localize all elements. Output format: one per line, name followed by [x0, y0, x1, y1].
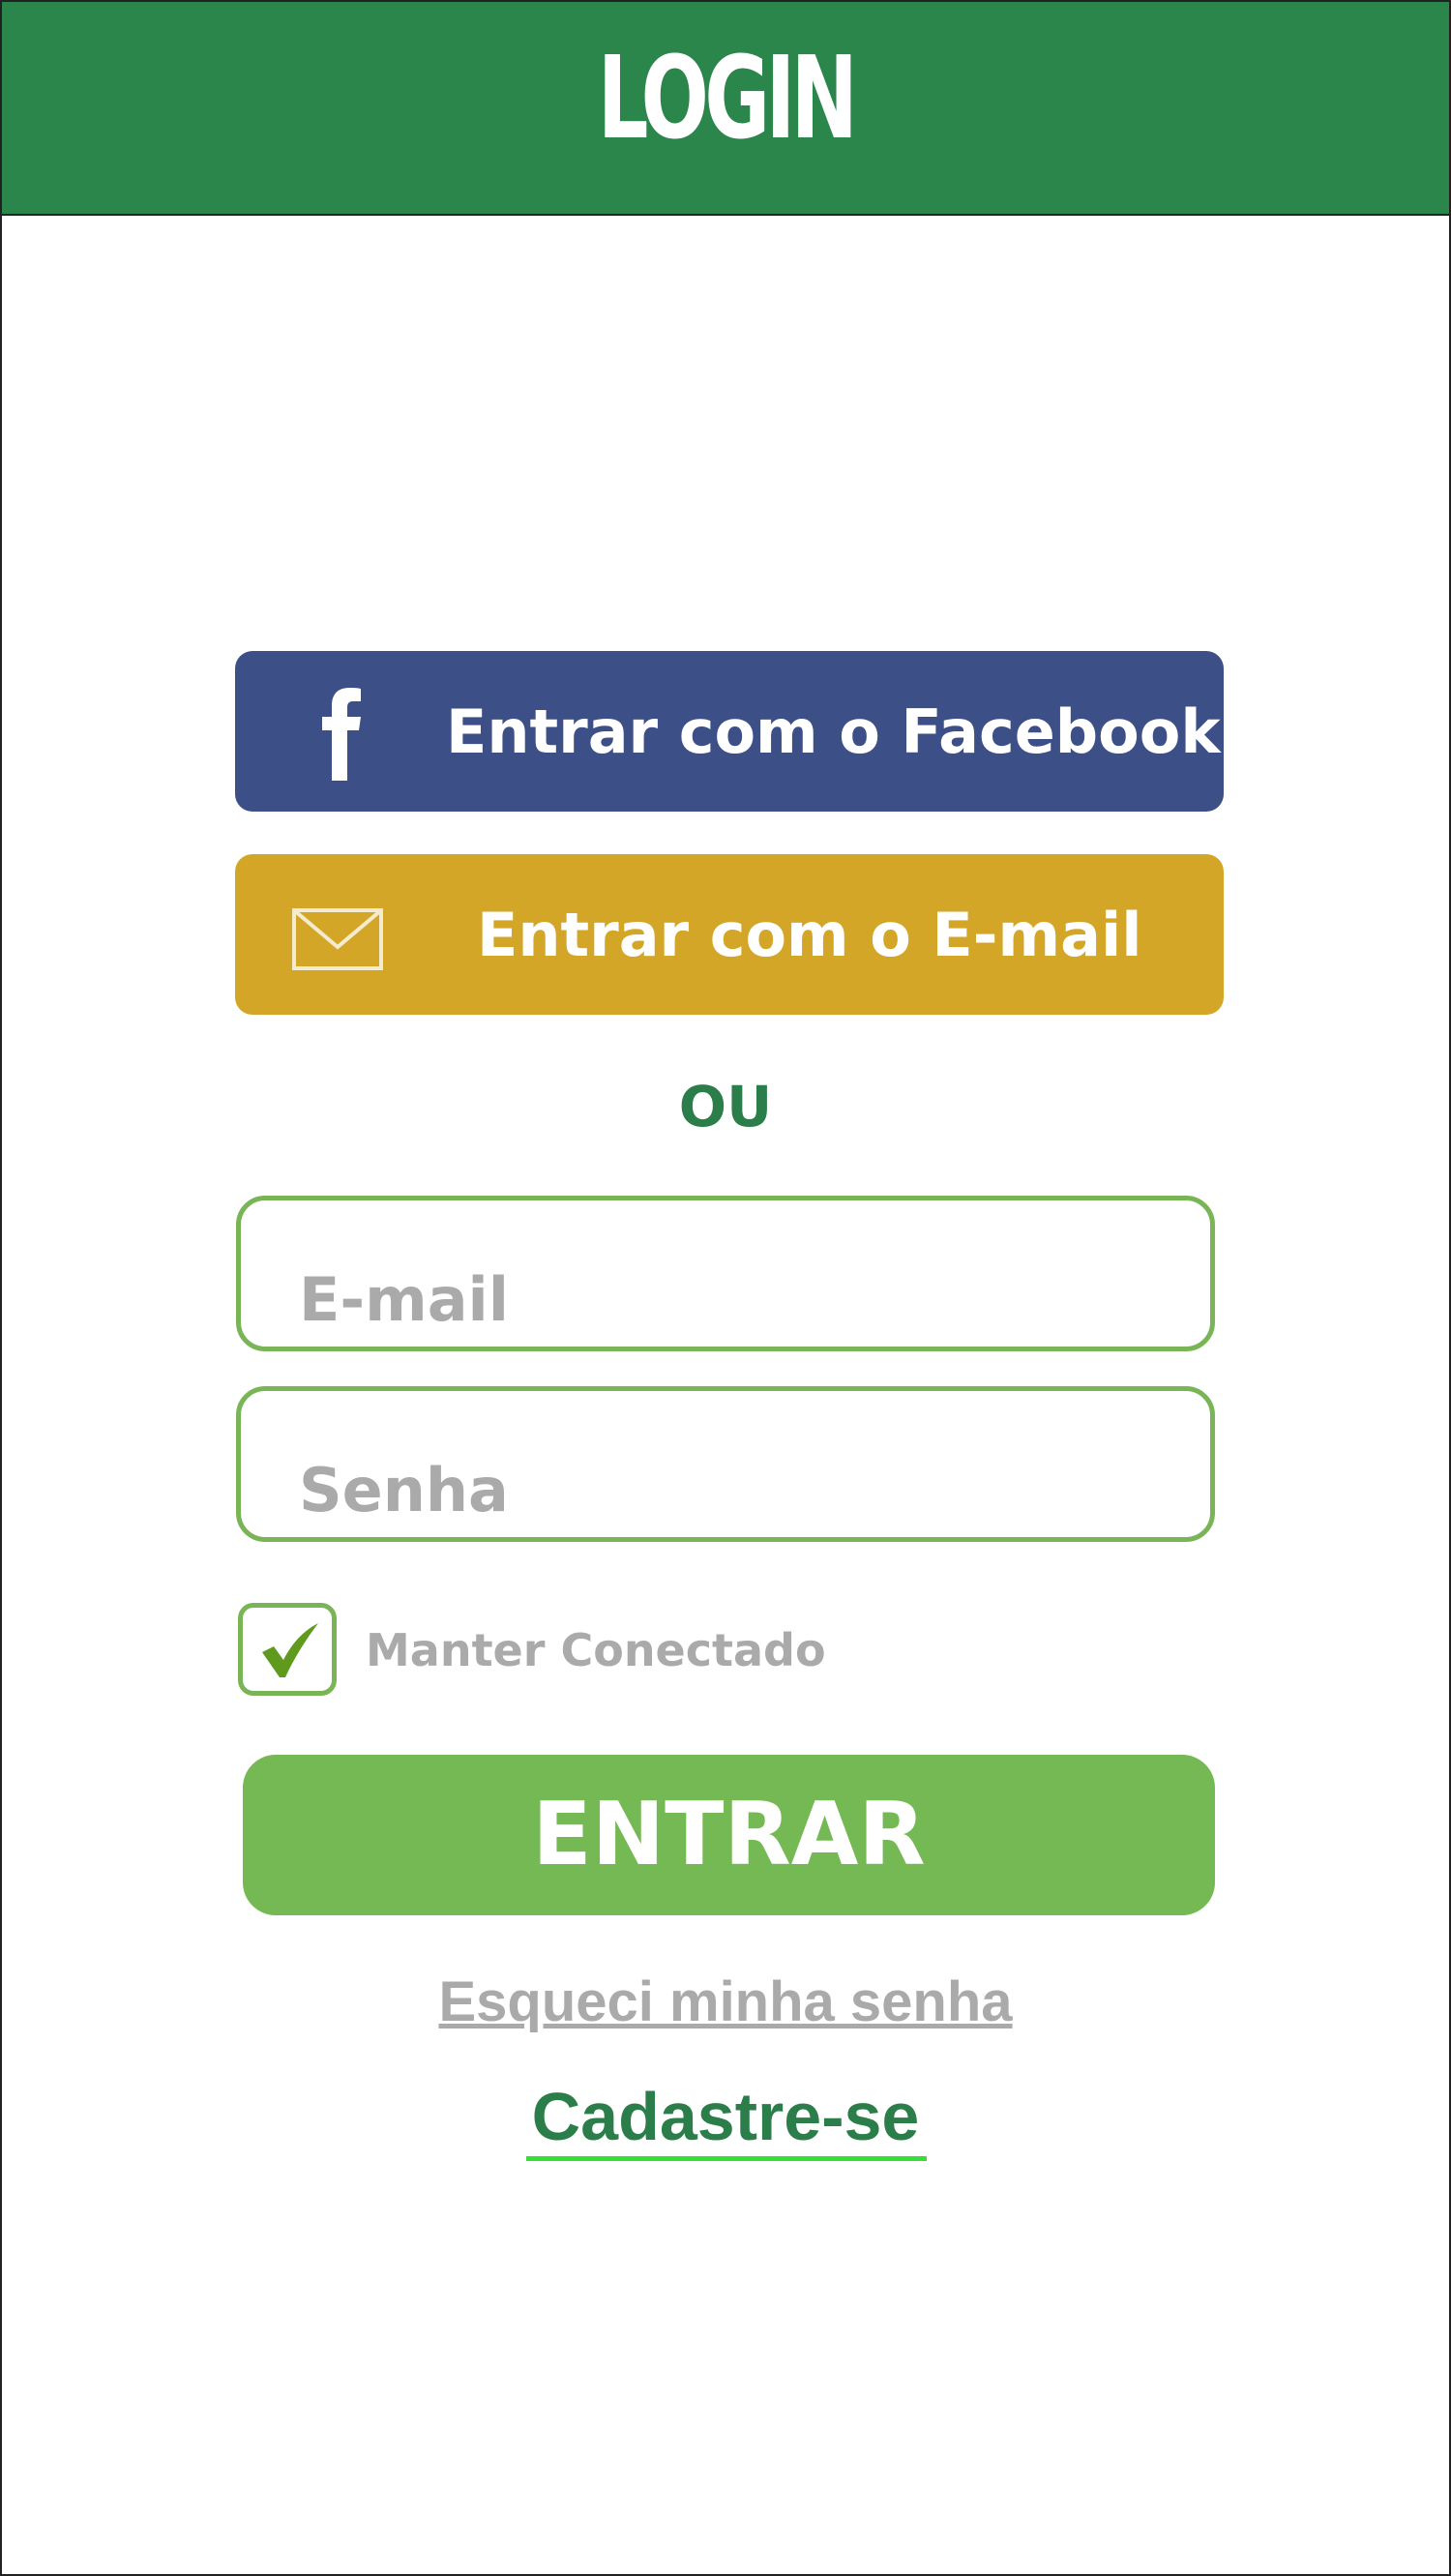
email-field[interactable]: E-mail	[236, 1196, 1215, 1351]
facebook-login-button[interactable]: Entrar com o Facebook	[235, 651, 1224, 812]
keep-connected-checkbox[interactable]	[238, 1603, 337, 1696]
or-divider: OU	[678, 1074, 773, 1140]
facebook-icon	[322, 688, 361, 781]
password-field[interactable]: Senha	[236, 1386, 1215, 1542]
mail-icon	[292, 908, 383, 970]
checkmark-icon	[262, 1623, 318, 1677]
page-title: LOGIN	[597, 31, 858, 164]
submit-login-button[interactable]: ENTRAR	[243, 1755, 1215, 1915]
facebook-login-label: Entrar com o Facebook	[446, 696, 1221, 767]
forgot-password-link[interactable]: Esqueci minha senha	[2, 1969, 1449, 2034]
signup-underline	[526, 2156, 927, 2161]
login-screen: LOGIN Entrar com o Facebook Entrar com o…	[0, 0, 1451, 2576]
keep-connected-label: Manter Conectado	[366, 1624, 826, 1676]
header-bar: LOGIN	[2, 2, 1449, 216]
password-placeholder: Senha	[299, 1455, 509, 1525]
signup-link[interactable]: Cadastre-se	[2, 2078, 1449, 2155]
email-login-button[interactable]: Entrar com o E-mail	[235, 854, 1224, 1015]
email-login-label: Entrar com o E-mail	[477, 899, 1142, 970]
email-placeholder: E-mail	[299, 1264, 510, 1335]
